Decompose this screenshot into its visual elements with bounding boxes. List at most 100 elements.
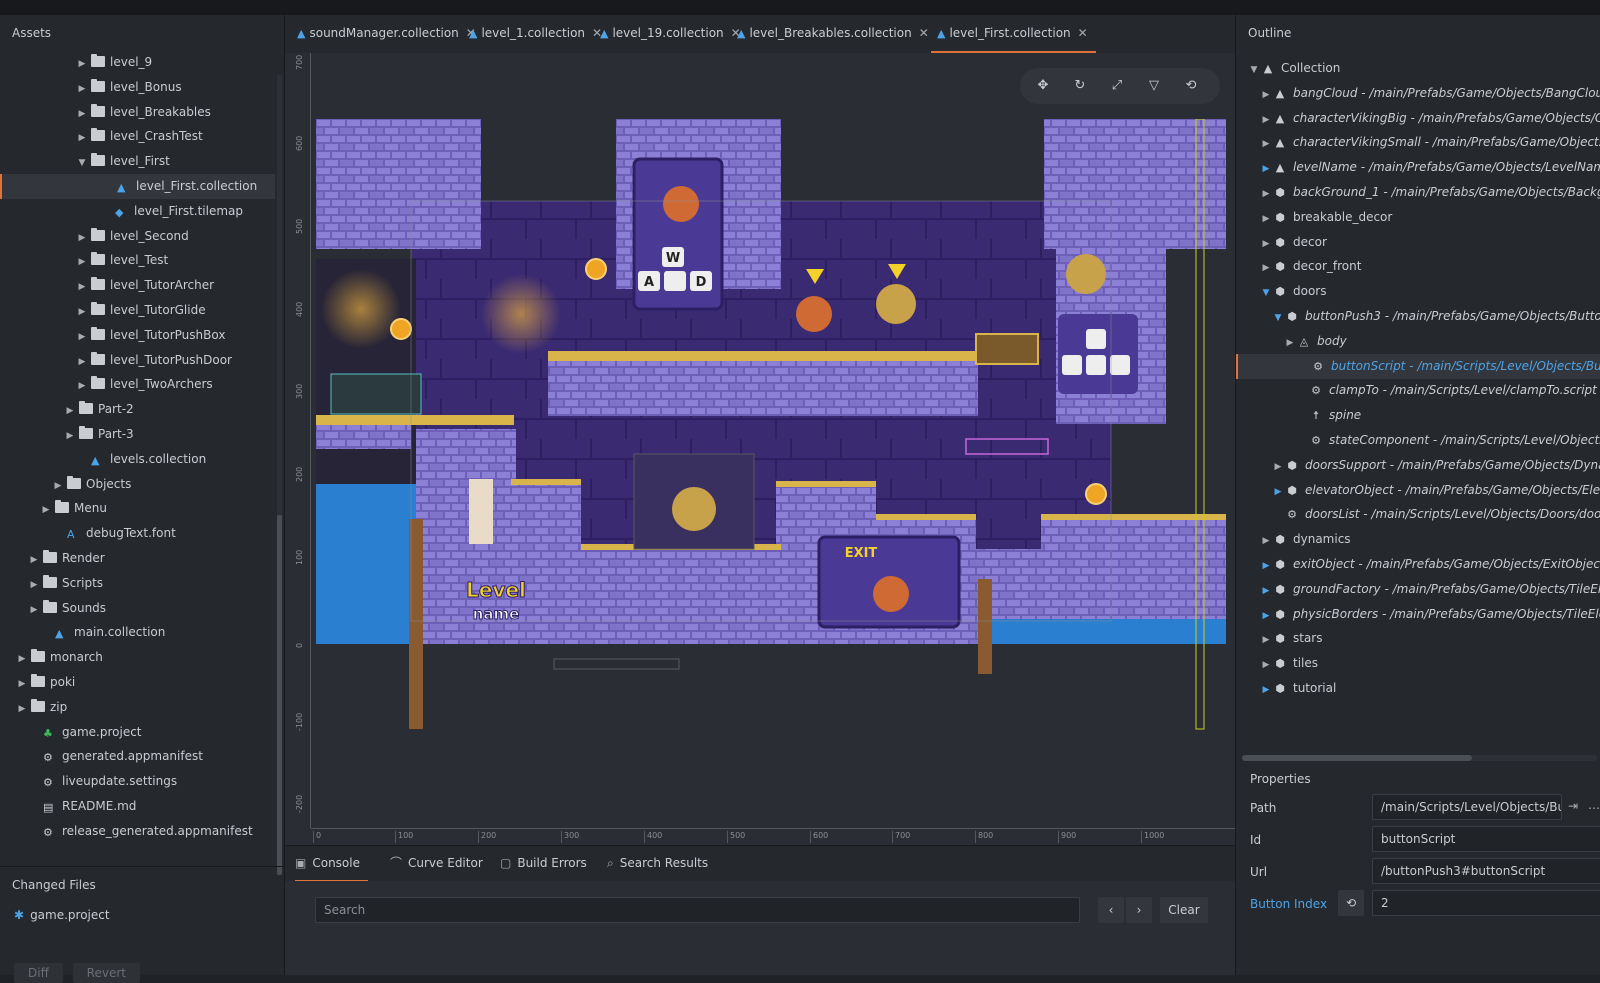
scrollbar-thumb[interactable] xyxy=(277,515,282,875)
collapsed-arrow-icon[interactable]: ▶ xyxy=(76,300,88,325)
outline-item[interactable]: ▼ ⬢ doors xyxy=(1236,279,1600,304)
tree-item[interactable]: ▶ poki xyxy=(0,670,275,695)
tree-item[interactable]: ▶ level_TutorPushBox xyxy=(0,323,275,348)
tree-item[interactable]: ▲ main.collection xyxy=(0,620,275,645)
collapsed-arrow-icon[interactable]: ▶ xyxy=(64,399,76,424)
tab-level-breakables[interactable]: ▲ level_Breakables.collection ✕ xyxy=(737,15,929,53)
tree-item[interactable]: ▶ Objects xyxy=(0,472,275,497)
tree-item[interactable]: ▲ levels.collection xyxy=(0,447,275,472)
collapsed-arrow-icon[interactable]: ▶ xyxy=(76,77,88,102)
outline-item[interactable]: ▶ ▲ characterVikingSmall - /main/Prefabs/G… xyxy=(1236,130,1600,155)
id-field[interactable]: buttonScript xyxy=(1372,826,1600,852)
rotate-tool-icon[interactable]: ↻ xyxy=(1071,77,1089,95)
outline-item[interactable]: ▼ ⬢ buttonPush3 - /main/Prefabs/Game/Objec… xyxy=(1236,304,1600,329)
path-field[interactable]: /main/Scripts/Level/Objects/Buttor xyxy=(1372,794,1562,820)
tree-item[interactable]: ▶ level_TutorArcher xyxy=(0,273,275,298)
expanded-arrow-icon[interactable]: ▼ xyxy=(76,151,88,176)
scale-tool-icon[interactable]: ⤢ xyxy=(1108,77,1126,95)
move-tool-icon[interactable]: ✥ xyxy=(1034,77,1052,95)
outline-item[interactable]: ▶ ⬢ decor_front xyxy=(1236,254,1600,279)
tree-item[interactable]: ▶ level_Breakables xyxy=(0,100,275,125)
collapsed-arrow-icon[interactable]: ▶ xyxy=(1260,653,1272,678)
collapsed-arrow-icon[interactable]: ▶ xyxy=(1260,529,1272,554)
collapsed-arrow-icon[interactable]: ▶ xyxy=(64,424,76,449)
scene-viewport[interactable]: 700 600 500 400 300 200 100 0 -100 -200 … xyxy=(285,53,1235,845)
collapsed-arrow-icon[interactable]: ▶ xyxy=(16,697,28,722)
camera-reset-icon[interactable]: ⟲ xyxy=(1182,77,1200,95)
tree-item[interactable]: ▶ Render xyxy=(0,546,275,571)
close-icon[interactable]: ✕ xyxy=(1078,26,1088,40)
tab-level-1[interactable]: ▲ level_1.collection ✕ xyxy=(469,15,602,53)
collapsed-arrow-icon[interactable]: ▶ xyxy=(1272,455,1284,480)
tree-item[interactable]: ▲ level_First.collection xyxy=(0,174,275,199)
url-field[interactable]: /buttonPush3#buttonScript xyxy=(1372,858,1600,884)
tab-level-19[interactable]: ▲ level_19.collection ✕ xyxy=(600,15,741,53)
tree-item[interactable]: ▶ level_CrashTest xyxy=(0,124,275,149)
tree-item[interactable]: ▶ Sounds xyxy=(0,596,275,621)
visibility-filter-icon[interactable]: ▽ xyxy=(1145,77,1163,95)
expanded-arrow-icon[interactable]: ▼ xyxy=(1272,306,1284,331)
outline-item[interactable]: ▶ ▲ levelName - /main/Prefabs/Game/Objects… xyxy=(1236,155,1600,180)
collapsed-arrow-icon[interactable]: ▶ xyxy=(1260,157,1272,182)
collapsed-arrow-icon[interactable]: ▶ xyxy=(16,672,28,697)
collapsed-arrow-icon[interactable]: ▶ xyxy=(1272,480,1284,505)
collapsed-arrow-icon[interactable]: ▶ xyxy=(76,52,88,77)
tree-item[interactable]: ▤ README.md xyxy=(0,794,275,819)
previous-icon[interactable]: ‹ xyxy=(1098,897,1124,923)
outline-item[interactable]: ▶ ◬ body xyxy=(1236,329,1600,354)
tree-item[interactable]: ⚙ release_generated.appmanifest xyxy=(0,819,275,844)
tree-item[interactable]: ▶ Part-3 xyxy=(0,422,275,447)
collapsed-arrow-icon[interactable]: ▶ xyxy=(76,325,88,350)
collapsed-arrow-icon[interactable]: ▶ xyxy=(28,548,40,573)
tree-item[interactable]: ▶ level_TwoArchers xyxy=(0,372,275,397)
more-icon[interactable]: … xyxy=(1588,798,1600,812)
collapsed-arrow-icon[interactable]: ▶ xyxy=(1260,678,1272,703)
level-scene[interactable]: W A D EXIT Level name xyxy=(316,119,1226,824)
outline-item[interactable]: ▶ ⬢ elevatorObject - /main/Prefabs/Game/Ob… xyxy=(1236,478,1600,503)
tree-item[interactable]: ◆ level_First.tilemap xyxy=(0,199,275,224)
collapsed-arrow-icon[interactable]: ▶ xyxy=(1260,182,1272,207)
collapsed-arrow-icon[interactable]: ▶ xyxy=(76,126,88,151)
tab-curve-editor[interactable]: ⌒ Curve Editor xyxy=(390,846,483,882)
outline-item[interactable]: ☨ spine xyxy=(1236,403,1600,428)
tree-item[interactable]: ▼ level_First xyxy=(0,149,275,174)
tab-build-errors[interactable]: ▢ Build Errors xyxy=(500,846,587,882)
outline-item[interactable]: ⚙ stateComponent - /main/Scripts/Level/Ob… xyxy=(1236,428,1600,453)
tree-item[interactable]: ▶ level_Bonus xyxy=(0,75,275,100)
tree-item[interactable]: ▶ Part-2 xyxy=(0,397,275,422)
outline-item[interactable]: ▶ ⬢ stars xyxy=(1236,626,1600,651)
tree-item[interactable]: ▶ level_TutorPushDoor xyxy=(0,348,275,373)
button-index-field[interactable]: 2 xyxy=(1372,890,1600,916)
outline-item[interactable]: ▶ ⬢ backGround_1 - /main/Prefabs/Game/Obje… xyxy=(1236,180,1600,205)
collapsed-arrow-icon[interactable]: ▶ xyxy=(28,573,40,598)
outline-item[interactable]: ▼ ▲ Collection xyxy=(1236,56,1600,81)
tree-item[interactable]: AdebugText.font xyxy=(0,521,275,546)
tab-level-first[interactable]: ▲ level_First.collection ✕ xyxy=(931,15,1096,53)
revert-button[interactable]: Revert xyxy=(72,963,140,983)
outline-item[interactable]: ▶ ⬢ breakable_decor xyxy=(1236,205,1600,230)
next-icon[interactable]: › xyxy=(1126,897,1152,923)
tree-item[interactable]: ▶ Menu xyxy=(0,496,275,521)
scrollbar-thumb[interactable] xyxy=(1242,755,1472,761)
collapsed-arrow-icon[interactable]: ▶ xyxy=(1260,108,1272,133)
collapsed-arrow-icon[interactable]: ▶ xyxy=(76,374,88,399)
outline-item[interactable]: ⚙ doorsList - /main/Scripts/Level/Objects… xyxy=(1236,502,1600,527)
outline-item[interactable]: ▶ ⬢ exitObject - /main/Prefabs/Game/Object… xyxy=(1236,552,1600,577)
collapsed-arrow-icon[interactable]: ▶ xyxy=(1260,579,1272,604)
clear-button[interactable]: Clear xyxy=(1160,897,1208,923)
tree-item[interactable]: ▶ Scripts xyxy=(0,571,275,596)
tree-item[interactable]: ▶ level_Second xyxy=(0,224,275,249)
outline-item[interactable]: ▶ ▲ bangCloud - /main/Prefabs/Game/Objects… xyxy=(1236,81,1600,106)
collapsed-arrow-icon[interactable]: ▶ xyxy=(1284,331,1296,356)
assets-scrollbar[interactable] xyxy=(277,75,282,875)
tree-item[interactable]: ▶ monarch xyxy=(0,645,275,670)
collapsed-arrow-icon[interactable]: ▶ xyxy=(1260,256,1272,281)
tree-item[interactable]: ▶ level_9 xyxy=(0,51,275,75)
tab-soundmanager[interactable]: ▲ soundManager.collection ✕ xyxy=(297,15,476,53)
outline-item[interactable]: ⚙ clampTo - /main/Scripts/Level/clampTo.s… xyxy=(1236,378,1600,403)
changed-file-item[interactable]: ✱ game.project xyxy=(0,903,285,927)
reset-icon[interactable]: ⟲ xyxy=(1338,890,1364,916)
collapsed-arrow-icon[interactable]: ▶ xyxy=(16,647,28,672)
collapsed-arrow-icon[interactable]: ▶ xyxy=(76,275,88,300)
collapsed-arrow-icon[interactable]: ▶ xyxy=(76,226,88,251)
